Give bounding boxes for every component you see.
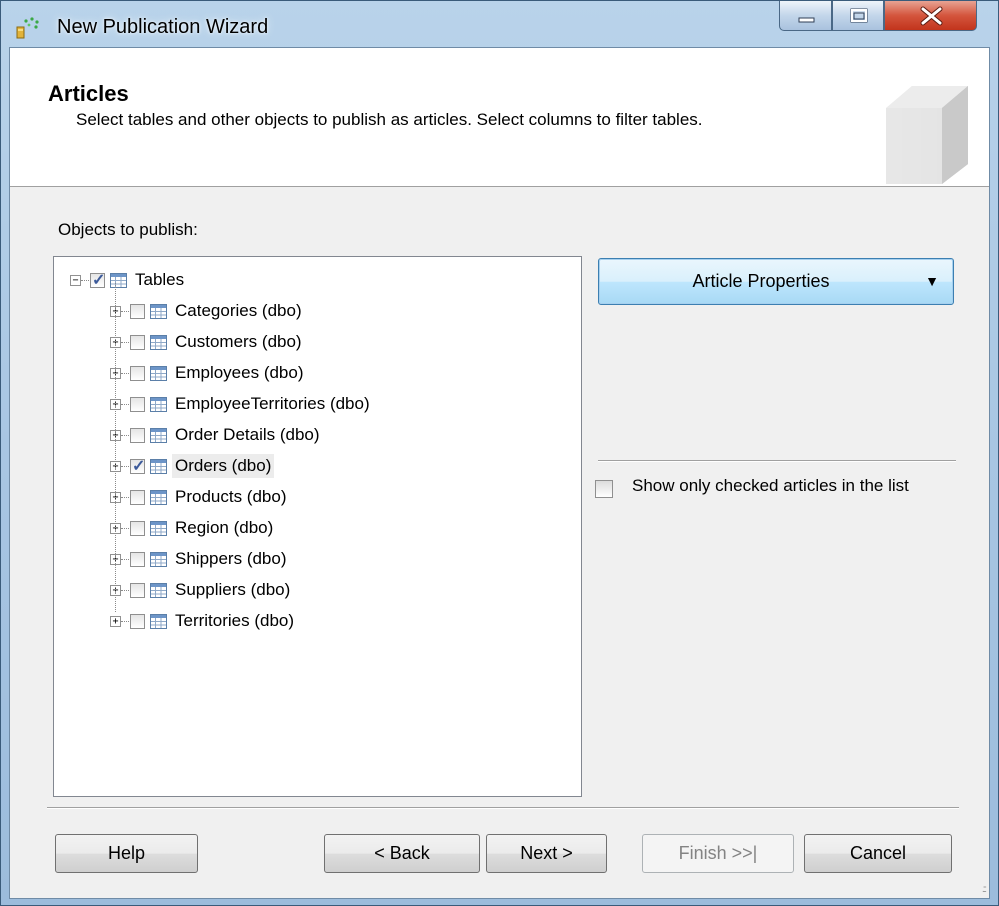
close-icon [920, 6, 943, 26]
tree-item[interactable]: + Shippers (dbo) [54, 546, 574, 572]
help-button[interactable]: Help [55, 834, 198, 873]
bottom-separator [47, 807, 959, 809]
tree-item[interactable]: + Customers (dbo) [54, 329, 574, 355]
show-checked-label[interactable]: Show only checked articles in the list [632, 474, 932, 498]
item-checkbox[interactable] [130, 335, 145, 350]
item-checkbox[interactable] [130, 521, 145, 536]
table-icon [150, 304, 167, 319]
tree-item-label[interactable]: EmployeeTerritories (dbo) [172, 392, 373, 416]
maximize-button[interactable] [832, 1, 884, 31]
tree-item-label[interactable]: Suppliers (dbo) [172, 578, 293, 602]
page-title: Articles [48, 81, 129, 106]
item-checkbox[interactable]: ✓ [130, 458, 146, 475]
article-properties-button[interactable]: Article Properties ▼ [598, 258, 954, 305]
wizard-body: Articles Select tables and other objects… [9, 47, 990, 899]
cancel-button[interactable]: Cancel [804, 834, 952, 873]
tree-item-label[interactable]: Shippers (dbo) [172, 547, 290, 571]
tree-connector [81, 280, 89, 281]
close-button[interactable] [884, 1, 977, 31]
tree-connector [121, 373, 129, 374]
tree-item[interactable]: + Products (dbo) [54, 484, 574, 510]
table-icon [150, 552, 167, 567]
title-bar[interactable]: New Publication Wizard [1, 1, 998, 47]
tree-item-label[interactable]: Territories (dbo) [172, 609, 297, 633]
checkmark-icon: ✓ [92, 272, 106, 289]
tree-connector [121, 559, 129, 560]
table-icon [150, 428, 167, 443]
expand-icon[interactable]: + [110, 616, 121, 627]
collapse-icon[interactable]: − [70, 275, 81, 286]
tree-item[interactable]: + Territories (dbo) [54, 608, 574, 634]
tree-item-label[interactable]: Categories (dbo) [172, 299, 305, 323]
show-checked-checkbox[interactable] [595, 480, 613, 498]
table-icon [150, 490, 167, 505]
item-checkbox[interactable] [130, 552, 145, 567]
tree-item-label[interactable]: Customers (dbo) [172, 330, 305, 354]
item-checkbox[interactable] [130, 397, 145, 412]
finish-button[interactable]: Finish >>| [642, 834, 794, 873]
item-checkbox[interactable] [130, 490, 145, 505]
table-icon [150, 614, 167, 629]
table-icon [110, 273, 127, 288]
tree-item[interactable]: + EmployeeTerritories (dbo) [54, 391, 574, 417]
tree-item-label[interactable]: Products (dbo) [172, 485, 290, 509]
tree-connector [121, 342, 129, 343]
item-checkbox[interactable] [130, 583, 145, 598]
wizard-header: Articles Select tables and other objects… [10, 48, 989, 187]
wizard-book-graphic [886, 86, 968, 184]
tree-connector [121, 435, 129, 436]
tree-item-label[interactable]: Order Details (dbo) [172, 423, 323, 447]
tree-item[interactable]: + Suppliers (dbo) [54, 577, 574, 603]
item-checkbox[interactable] [130, 614, 145, 629]
next-button[interactable]: Next > [486, 834, 607, 873]
tree-connector [121, 404, 129, 405]
tree-root-tables[interactable]: − ✓ Tables [54, 267, 574, 293]
wizard-window: New Publication Wizard Articles Select t… [0, 0, 999, 906]
resize-grip-icon[interactable]: .::: [982, 884, 987, 895]
minimize-icon [798, 17, 815, 23]
item-checkbox[interactable] [130, 428, 145, 443]
tree-item[interactable]: + Order Details (dbo) [54, 422, 574, 448]
tree-connector [121, 311, 129, 312]
article-properties-label: Article Properties [692, 271, 830, 291]
tree-item[interactable]: + Region (dbo) [54, 515, 574, 541]
tree-item-label[interactable]: Tables [132, 268, 187, 292]
page-description: Select tables and other objects to publi… [76, 110, 703, 129]
right-separator [598, 460, 956, 462]
table-icon [150, 366, 167, 381]
articles-tree[interactable]: − ✓ Tables + Categories (dbo) + Customers (dbo… [53, 256, 582, 797]
back-button[interactable]: < Back [324, 834, 480, 873]
tree-connector [121, 466, 129, 467]
window-title: New Publication Wizard [57, 16, 269, 38]
tree-item-label[interactable]: Employees (dbo) [172, 361, 307, 385]
tree-vertical-connector [115, 283, 116, 612]
maximize-icon [850, 8, 868, 23]
wizard-app-icon [16, 17, 39, 39]
tree-connector [121, 497, 129, 498]
minimize-button[interactable] [779, 1, 832, 31]
tree-item-label[interactable]: Orders (dbo) [172, 454, 275, 478]
tree-connector [121, 590, 129, 591]
checkmark-icon: ✓ [132, 458, 146, 475]
item-checkbox[interactable] [130, 304, 145, 319]
table-icon [150, 521, 167, 536]
table-icon [150, 335, 167, 350]
dropdown-arrow-icon: ▼ [925, 273, 939, 289]
objects-to-publish-label: Objects to publish: [58, 220, 198, 239]
table-icon [150, 459, 167, 474]
table-icon [150, 397, 167, 412]
tree-item[interactable]: + Categories (dbo) [54, 298, 574, 324]
tree-item[interactable]: + Employees (dbo) [54, 360, 574, 386]
item-checkbox[interactable]: ✓ [90, 272, 106, 289]
item-checkbox[interactable] [130, 366, 145, 381]
tree-connector [121, 621, 129, 622]
table-icon [150, 583, 167, 598]
tree-connector [121, 528, 129, 529]
tree-item-label[interactable]: Region (dbo) [172, 516, 276, 540]
tree-item[interactable]: + ✓ Orders (dbo) [54, 453, 574, 479]
